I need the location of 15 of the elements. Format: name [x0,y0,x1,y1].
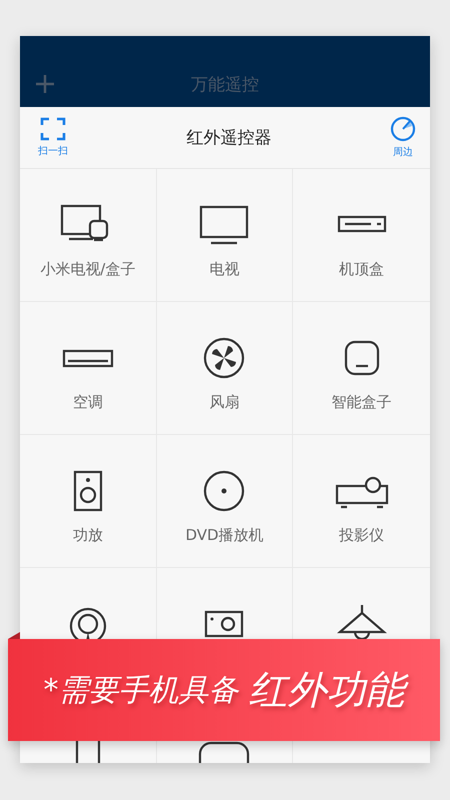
ribbon-fold [8,632,20,639]
device-label: 投影仪 [339,526,384,545]
scan-button[interactable]: 扫一扫 [38,117,68,158]
device-label: 机顶盒 [339,260,384,279]
page-title: 红外遥控器 [186,127,272,149]
device-label: 空调 [72,393,103,412]
add-icon[interactable] [36,75,54,93]
device-label: 小米电视/盒子 [40,260,136,279]
banner-note: *需要手机具备 [44,672,238,710]
device-label: 智能盒子 [332,393,392,412]
device-label: DVD播放机 [185,526,264,545]
app-title: 万能遥控 [191,74,259,96]
device-label: 功放 [72,526,103,545]
device-label: 电视 [209,260,240,279]
device-label: 风扇 [209,393,240,412]
